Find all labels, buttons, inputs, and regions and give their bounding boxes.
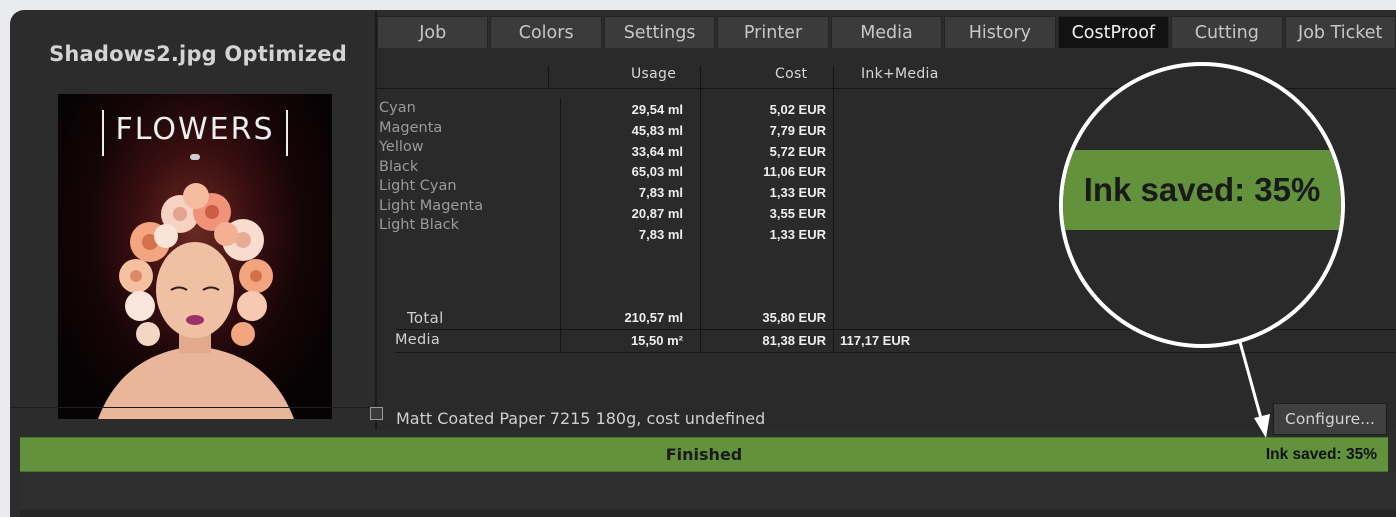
- color-name-column: Cyan Magenta Yellow Black Light Cyan Lig…: [379, 99, 483, 236]
- usage-value: 45,83 ml: [631, 122, 683, 138]
- usage-header: Usage: [631, 66, 677, 82]
- bottom-strip: [20, 472, 1396, 508]
- tab-bar: Job Colors Settings Printer Media Histor…: [377, 16, 1396, 48]
- cost-value: 1,33 EUR: [769, 185, 826, 201]
- color-name: Yellow: [379, 139, 424, 155]
- cost-value: 11,06 EUR: [763, 164, 826, 180]
- document-title: Shadows2.jpg Optimized: [49, 42, 347, 66]
- cost-header: Cost: [775, 66, 808, 82]
- usage-value: 29,54 ml: [631, 102, 683, 117]
- color-name: Light Cyan: [379, 178, 457, 194]
- cost-value: 1,33 EUR: [769, 226, 826, 242]
- cost-value: 5,02 EUR: [769, 102, 826, 117]
- column-divider: [700, 66, 701, 352]
- tab-colors[interactable]: Colors: [490, 16, 602, 48]
- total-label: Total: [407, 309, 444, 327]
- color-name: Light Black: [379, 217, 460, 233]
- usage-column: 29,54 ml 45,83 ml 33,64 ml 65,03 ml 7,83…: [564, 100, 683, 246]
- tab-history[interactable]: History: [944, 16, 1056, 48]
- status-bar: Finished Ink saved: 35%: [20, 437, 1388, 472]
- expand-toggle[interactable]: [370, 407, 383, 420]
- tab-cutting[interactable]: Cutting: [1171, 16, 1283, 48]
- portrait-illustration: [98, 183, 294, 419]
- total-cost: 35,80 EUR: [762, 310, 826, 325]
- usage-value: 65,03 ml: [631, 164, 683, 180]
- media-usage: 15,50 m²: [630, 333, 683, 348]
- color-name: Magenta: [379, 119, 443, 136]
- left-panel-divider: [10, 407, 375, 408]
- zoom-callout-text: Ink saved: 35%: [1083, 171, 1321, 208]
- tab-job-ticket[interactable]: Job Ticket: [1284, 16, 1396, 48]
- color-name: Black: [379, 158, 419, 175]
- ink-media-header: Ink+Media: [861, 66, 939, 82]
- total-usage: 210,57 ml: [624, 310, 683, 325]
- cost-column: 5,02 EUR 7,79 EUR 5,72 EUR 11,06 EUR 1,3…: [704, 100, 826, 246]
- column-divider: [548, 66, 549, 88]
- tab-printer[interactable]: Printer: [717, 16, 829, 48]
- status-text: Finished: [665, 445, 743, 464]
- media-cost: 81,38 EUR: [762, 333, 826, 348]
- job-preview-image: FLOWERS: [58, 94, 332, 419]
- cost-value: 3,55 EUR: [769, 205, 826, 221]
- usage-value: 7,83 ml: [638, 226, 683, 242]
- color-name: Cyan: [379, 100, 416, 116]
- cost-value: 7,79 EUR: [769, 122, 826, 138]
- tab-settings[interactable]: Settings: [603, 16, 716, 48]
- configure-button[interactable]: Configure...: [1273, 403, 1387, 435]
- usage-value: 33,64 ml: [631, 143, 683, 159]
- media-label: Media: [395, 332, 441, 348]
- zoom-callout: Ink saved: 35%: [1059, 62, 1345, 348]
- cost-value: 5,72 EUR: [769, 143, 826, 159]
- column-divider: [833, 66, 834, 352]
- color-name: Light Magenta: [379, 197, 484, 214]
- column-divider: [560, 98, 561, 352]
- paper-description: Matt Coated Paper 7215 180g, cost undefi…: [396, 409, 766, 428]
- usage-value: 7,83 ml: [638, 185, 683, 201]
- bottom-edge: [20, 510, 1396, 517]
- ink-saved-status: Ink saved: 35%: [1265, 446, 1377, 463]
- tab-job[interactable]: Job: [377, 16, 489, 48]
- tab-costproof[interactable]: CostProof: [1057, 16, 1170, 48]
- tab-media[interactable]: Media: [830, 16, 943, 48]
- ink-media-total: 117,17 EUR: [840, 333, 911, 348]
- media-rule: [395, 352, 1396, 353]
- usage-value: 20,87 ml: [631, 205, 683, 221]
